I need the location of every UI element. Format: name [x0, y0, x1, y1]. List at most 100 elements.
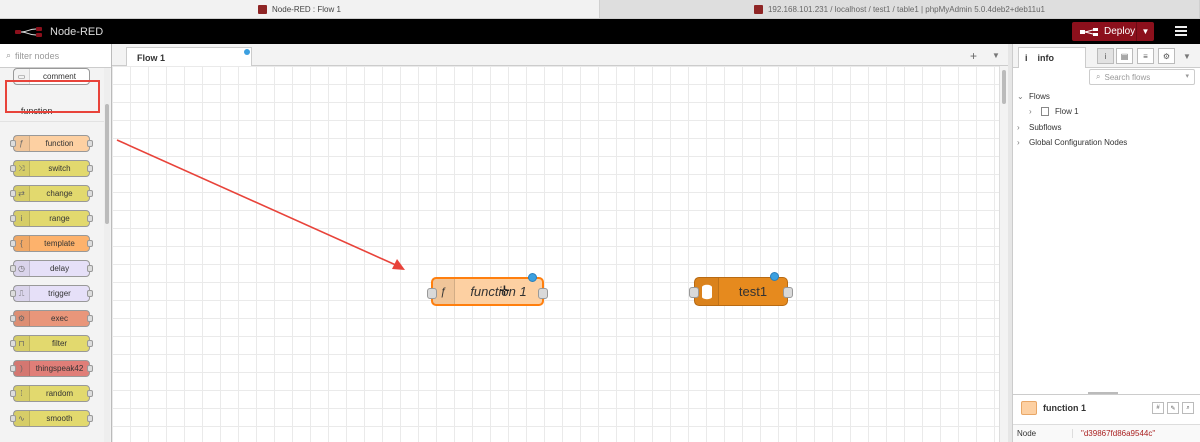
canvas-scrollbar-thumb[interactable]: [1002, 70, 1006, 104]
tree-item-subflows[interactable]: › Subflows: [1017, 123, 1061, 132]
changed-badge-icon: [528, 273, 537, 282]
palette-node-glyph-icon: ⎍: [14, 286, 30, 301]
input-port: [10, 340, 16, 347]
palette-node-label: random: [45, 389, 74, 398]
output-port: [87, 240, 93, 247]
tab-label: Flow 1: [137, 52, 166, 63]
input-port: [10, 140, 16, 147]
palette-node-thingspeak42[interactable]: ) thingspeak42: [10, 360, 93, 377]
edit-icon[interactable]: ✎: [1167, 402, 1179, 414]
tree-label: Subflows: [1029, 123, 1062, 132]
tab-flow-1[interactable]: Flow 1: [126, 47, 252, 67]
nodered-favicon-icon: [258, 4, 268, 14]
palette-node-change[interactable]: ⇄ change: [10, 185, 93, 202]
input-port: [10, 265, 16, 272]
input-port: [10, 415, 16, 422]
palette-node-template[interactable]: { template: [10, 235, 93, 252]
main-menu-icon[interactable]: [1175, 26, 1187, 36]
output-port[interactable]: [538, 288, 548, 299]
input-port[interactable]: [689, 287, 699, 298]
property-value: "d39867fd86a9544c": [1081, 429, 1156, 438]
browser-tab-nodered[interactable]: Node-RED : Flow 1: [0, 0, 600, 18]
palette-node-label: function: [45, 139, 74, 148]
search-placeholder: Search flows: [1104, 72, 1151, 82]
palette-node-glyph-icon: ⚙: [14, 311, 30, 326]
tree-item-flows[interactable]: ⌄ Flows: [1017, 92, 1050, 101]
selected-node-name: function 1: [1043, 403, 1086, 413]
tree-item-global-config[interactable]: › Global Configuration Nodes: [1017, 138, 1127, 147]
palette-node-filter[interactable]: ⊓ filter: [10, 335, 93, 352]
chevron-right-icon: ›: [1017, 123, 1020, 132]
input-port: [10, 215, 16, 222]
input-port[interactable]: [427, 288, 437, 299]
deploy-icon: [1080, 27, 1098, 36]
phpmyadmin-favicon-icon: [753, 4, 763, 14]
sidebar-split-handle[interactable]: [1088, 392, 1118, 394]
flow-list-caret-icon[interactable]: ▼: [992, 51, 1000, 60]
palette-node-label: template: [44, 239, 75, 248]
filter-placeholder: filter nodes: [15, 50, 60, 61]
tree-label: Global Configuration Nodes: [1029, 138, 1128, 147]
flow-node-label: test1: [738, 284, 768, 299]
chevron-down-icon: ⌄: [1017, 92, 1024, 101]
palette-node-random[interactable]: ⁞ random: [10, 385, 93, 402]
app-logo: Node-RED: [14, 26, 103, 38]
tree-item-flow-1[interactable]: › Flow 1: [1029, 107, 1079, 116]
palette-node-label: exec: [51, 314, 68, 323]
node-color-swatch: [1021, 401, 1037, 415]
output-port[interactable]: [783, 287, 793, 298]
palette-node-glyph-icon: ◷: [14, 261, 30, 276]
palette-node-exec[interactable]: ⚙ exec: [10, 310, 93, 327]
browser-tab-bar: Node-RED : Flow 1 192.168.101.231 / loca…: [0, 0, 1200, 19]
sidebar-info-panel: i info i ▤ ≡ ⚙ ▼ ⌕ Search flows ▾ ⌄ Flow…: [1012, 44, 1200, 442]
unsaved-dot-icon: [244, 49, 250, 55]
flow-node-function-1[interactable]: ƒ function 1: [427, 273, 548, 306]
palette-node-glyph-icon: ⁞: [14, 386, 30, 401]
workspace: Flow 1 + ▼ ƒ function 1 test1: [112, 44, 1008, 442]
annotation-highlight-box: [5, 80, 100, 113]
palette-node-function[interactable]: ƒ function: [10, 135, 93, 152]
info-tab-icon[interactable]: i: [1097, 48, 1114, 64]
nodered-logo-icon: [15, 26, 42, 37]
add-flow-icon[interactable]: +: [970, 49, 977, 63]
context-data-icon[interactable]: ≡: [1137, 48, 1154, 64]
palette-node-label: range: [49, 214, 70, 223]
flow-canvas[interactable]: [112, 66, 999, 442]
info-icon: i: [1025, 53, 1028, 63]
palette-filter-input[interactable]: ⌕ filter nodes: [0, 44, 111, 68]
tab-label: info: [1037, 53, 1055, 63]
search-flows-input[interactable]: ⌕ Search flows ▾: [1089, 69, 1195, 85]
output-port: [87, 365, 93, 372]
output-port: [87, 215, 93, 222]
sidebar-tabs-caret-icon[interactable]: ▼: [1183, 52, 1191, 61]
palette-node-label: delay: [49, 264, 70, 273]
palette-scrollbar-thumb[interactable]: [105, 104, 109, 224]
tag-icon[interactable]: #: [1152, 402, 1164, 414]
palette-node-trigger[interactable]: ⎍ trigger: [10, 285, 93, 302]
palette-node-switch[interactable]: ⤨ switch: [10, 160, 93, 177]
tree-label: Flows: [1029, 92, 1050, 101]
tab-info[interactable]: i info: [1018, 47, 1086, 68]
chevron-down-icon[interactable]: ▾: [1185, 72, 1189, 80]
palette-node-glyph-icon: {: [14, 236, 30, 251]
palette-node-delay[interactable]: ◷ delay: [10, 260, 93, 277]
palette-node-range[interactable]: i range: [10, 210, 93, 227]
palette-node-smooth[interactable]: ∿ smooth: [10, 410, 93, 427]
deploy-dropdown-caret-icon[interactable]: ▼: [1136, 22, 1154, 41]
mouse-cursor-icon: ✛: [499, 283, 510, 298]
browser-tab-phpmyadmin[interactable]: 192.168.101.231 / localhost / test1 / ta…: [600, 0, 1200, 18]
palette-node-label: filter: [51, 339, 68, 348]
output-port: [87, 390, 93, 397]
palette-node-label: thingspeak42: [35, 364, 84, 373]
gear-icon[interactable]: ⚙: [1158, 48, 1175, 64]
canvas-scrollbar[interactable]: [999, 66, 1008, 442]
flow-file-icon: [1041, 107, 1049, 116]
deploy-button[interactable]: Deploy ▼: [1072, 22, 1154, 41]
changed-badge-icon: [770, 272, 779, 281]
node-property-row: Node "d39867fd86a9544c": [1013, 424, 1200, 442]
output-port: [87, 190, 93, 197]
search-icon[interactable]: ⌕: [1182, 402, 1194, 414]
flow-node-test1[interactable]: test1: [689, 272, 793, 306]
help-book-icon[interactable]: ▤: [1116, 48, 1133, 64]
input-port: [10, 290, 16, 297]
